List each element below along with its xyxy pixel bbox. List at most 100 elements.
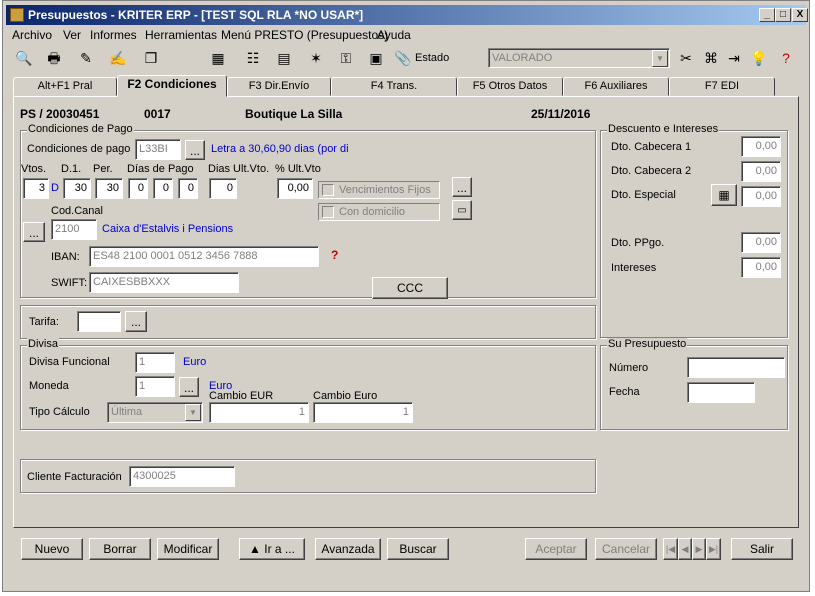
cancelar-button[interactable]: Cancelar xyxy=(595,538,657,560)
vtos-input[interactable]: 3 xyxy=(23,178,49,199)
first-record-button[interactable]: |◀ xyxy=(663,538,678,560)
borrar-button[interactable]: Borrar xyxy=(89,538,151,560)
cliente-facturacion-label: Cliente Facturación xyxy=(27,471,122,483)
app-icon xyxy=(10,8,24,22)
vencimientos-lookup-button[interactable]: ... xyxy=(452,177,472,197)
tarifa-input[interactable] xyxy=(77,311,121,332)
menu-ver[interactable]: Ver xyxy=(63,28,81,42)
checkbox-box[interactable] xyxy=(322,184,334,196)
su-presupuesto-group: Su Presupuesto Número Fecha xyxy=(600,338,788,430)
aceptar-button[interactable]: Aceptar xyxy=(525,538,587,560)
tipo-calculo-select[interactable]: Última ▼ xyxy=(107,402,203,423)
nuevo-button[interactable]: Nuevo xyxy=(21,538,83,560)
iban-input[interactable]: ES48 2100 0001 0512 3456 7888 xyxy=(89,246,319,267)
swift-input[interactable]: CAIXESBBXXX xyxy=(89,272,239,293)
lightbulb-icon[interactable]: 💡 xyxy=(749,48,769,68)
tab-auxiliares[interactable]: F6 Auxiliares xyxy=(563,77,669,96)
print-icon[interactable]: 🖶 xyxy=(44,48,64,68)
copy-icon[interactable]: ❐ xyxy=(141,48,161,68)
cod-canal-lookup-button[interactable]: ... xyxy=(23,222,45,242)
tarifa-lookup-button[interactable]: ... xyxy=(125,311,147,332)
dias-ult-input[interactable]: 0 xyxy=(209,178,237,199)
table-icon[interactable]: ▦ xyxy=(208,48,228,68)
menu-archivo[interactable]: Archivo xyxy=(12,28,52,42)
clip-icon[interactable]: 📎 xyxy=(393,48,413,68)
modificar-button[interactable]: Modificar xyxy=(157,538,219,560)
dto-cab2-input[interactable]: 0,00 xyxy=(741,161,781,182)
export-icon[interactable]: ⇥ xyxy=(724,48,744,68)
help-icon[interactable]: ? xyxy=(776,48,796,68)
cambio-euro-input[interactable]: 1 xyxy=(313,402,413,423)
chevron-down-icon[interactable]: ▼ xyxy=(652,50,668,67)
checkbox-box[interactable] xyxy=(322,206,334,218)
dto-especial-grid-button[interactable]: ▦ xyxy=(711,184,737,206)
ccc-button[interactable]: CCC xyxy=(372,277,448,299)
d1-input[interactable]: 30 xyxy=(63,178,91,199)
book-icon[interactable]: ▣ xyxy=(366,48,386,68)
dto-especial-input[interactable]: 0,00 xyxy=(741,186,781,207)
cambio-euro-label: Cambio Euro xyxy=(313,390,378,402)
domicilio-card-button[interactable]: ▭ xyxy=(452,200,472,220)
calc-icon[interactable]: ▤ xyxy=(274,48,294,68)
moneda-input[interactable]: 1 xyxy=(135,376,175,397)
dias-pago-1-input[interactable]: 0 xyxy=(128,178,148,199)
vencimientos-fijos-checkbox[interactable]: Vencimientos Fijos xyxy=(318,181,440,199)
notes-icon[interactable]: ✍ xyxy=(108,48,128,68)
pct-ult-label: % Ult.Vto xyxy=(275,163,321,175)
attach-icon[interactable]: ✂ xyxy=(676,48,696,68)
avanzada-button[interactable]: Avanzada xyxy=(315,538,381,560)
chevron-down-icon[interactable]: ▼ xyxy=(185,404,201,421)
dias-pago-2-input[interactable]: 0 xyxy=(153,178,173,199)
dto-ppgo-input[interactable]: 0,00 xyxy=(741,232,781,253)
buscar-button[interactable]: Buscar xyxy=(387,538,449,560)
menu-presto[interactable]: Menú PRESTO (Presupuestos) xyxy=(221,28,388,42)
key-icon[interactable]: ⚿ xyxy=(336,48,356,68)
help-icon[interactable]: ? xyxy=(331,248,338,262)
tab-otros-datos[interactable]: F5 Otros Datos xyxy=(457,77,563,96)
estado-select[interactable]: VALORADO ▼ xyxy=(488,48,670,68)
cond-pago-lookup-button[interactable]: ... xyxy=(185,140,205,160)
pct-ult-input[interactable]: 0,00 xyxy=(277,178,313,199)
dto-cab1-input[interactable]: 0,00 xyxy=(741,136,781,157)
edit-icon[interactable]: ✎ xyxy=(76,48,96,68)
tipo-calculo-label: Tipo Cálculo xyxy=(29,406,90,418)
fecha-input[interactable] xyxy=(687,382,755,403)
tab-trans[interactable]: F4 Trans. xyxy=(331,77,457,96)
iban-label: IBAN: xyxy=(51,251,80,263)
dto-especial-label: Dto. Especial xyxy=(611,189,676,201)
su-presupuesto-title: Su Presupuesto xyxy=(607,338,688,350)
close-button[interactable]: X xyxy=(792,8,808,22)
next-record-button[interactable]: ▶ xyxy=(692,538,706,560)
tab-dir-envio[interactable]: F3 Dir.Envío xyxy=(227,77,331,96)
maximize-button[interactable]: □ xyxy=(775,8,791,22)
menu-ayuda[interactable]: Ayuda xyxy=(377,28,411,42)
salir-button[interactable]: Salir xyxy=(731,538,793,560)
divisa-funcional-label: Divisa Funcional xyxy=(29,356,110,368)
minimize-button[interactable]: _ xyxy=(759,8,775,22)
cod-canal-input[interactable]: 2100 xyxy=(51,219,97,240)
menu-bar: Archivo Ver Informes Herramientas Menú P… xyxy=(6,26,806,44)
numero-input[interactable] xyxy=(687,357,785,378)
menu-herramientas[interactable]: Herramientas xyxy=(145,28,217,42)
cliente-facturacion-input[interactable]: 4300025 xyxy=(129,466,235,487)
divisa-funcional-input[interactable]: 1 xyxy=(135,352,175,373)
tree-icon[interactable]: ☷ xyxy=(243,48,263,68)
intereses-input[interactable]: 0,00 xyxy=(741,257,781,278)
tab-edi[interactable]: F7 EDI xyxy=(669,77,775,96)
dias-pago-3-input[interactable]: 0 xyxy=(178,178,198,199)
prev-record-button[interactable]: ◀ xyxy=(678,538,692,560)
star-icon[interactable]: ✶ xyxy=(306,48,326,68)
con-domicilio-checkbox[interactable]: Con domicilio xyxy=(318,203,440,221)
next-icon: ▶ xyxy=(695,544,703,554)
tab-principal[interactable]: Alt+F1 Pral xyxy=(13,77,117,96)
last-record-button[interactable]: ▶| xyxy=(706,538,721,560)
cond-pago-code-input[interactable]: L33BI xyxy=(135,139,181,160)
ir-a-button[interactable]: ▲ Ir a ... xyxy=(239,538,305,560)
network-icon[interactable]: ⌘ xyxy=(701,48,721,68)
preview-icon[interactable]: 🔍 xyxy=(14,48,34,68)
per-input[interactable]: 30 xyxy=(95,178,123,199)
menu-informes[interactable]: Informes xyxy=(90,28,137,42)
tab-condiciones[interactable]: F2 Condiciones xyxy=(117,75,227,97)
cambio-eur-input[interactable]: 1 xyxy=(209,402,309,423)
moneda-lookup-button[interactable]: ... xyxy=(179,377,199,397)
